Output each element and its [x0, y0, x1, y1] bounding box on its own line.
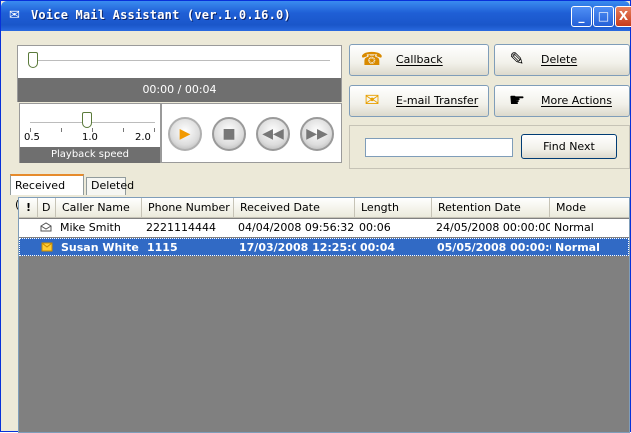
cell-length: 00:04 [360, 241, 396, 254]
email-transfer-label: E-mail Transfer [396, 94, 479, 107]
fast-forward-icon: ▶▶ [306, 126, 328, 142]
cell-received-date: 17/03/2008 12:25:08 [239, 241, 356, 254]
speed-max-label: 2.0 [135, 132, 151, 143]
stop-icon: ■ [222, 126, 236, 142]
more-actions-button[interactable]: ☛ More Actions [494, 85, 630, 117]
unread-envelope-icon [41, 242, 53, 252]
tab-received[interactable]: Received (1) [10, 174, 84, 211]
more-actions-label: More Actions [541, 94, 612, 107]
column-header-flag[interactable]: ! [19, 198, 38, 218]
column-header-caller-name[interactable]: Caller Name [56, 198, 142, 218]
title-bar[interactable]: ✉ Voice Mail Assistant (ver.1.0.16.0) _ … [1, 1, 631, 31]
email-transfer-button[interactable]: ✉ E-mail Transfer [349, 85, 489, 117]
maximize-button[interactable]: □ [593, 6, 614, 27]
speed-tick [61, 128, 62, 132]
table-row[interactable]: Mike Smith 2221114444 04/04/2008 09:56:3… [19, 219, 629, 237]
cell-caller-name: Susan White [61, 241, 139, 254]
table-row-selected[interactable]: Susan White 1115 17/03/2008 12:25:08 00:… [19, 238, 629, 256]
seek-slider-thumb[interactable] [28, 52, 38, 68]
app-window: ✉ Voice Mail Assistant (ver.1.0.16.0) _ … [0, 0, 631, 433]
window-title: Voice Mail Assistant (ver.1.0.16.0) [31, 8, 291, 22]
rewind-button[interactable]: ◀◀ [256, 117, 290, 151]
column-header-type[interactable]: D [38, 198, 56, 218]
more-actions-icon: ☛ [508, 90, 526, 111]
find-input[interactable] [365, 138, 513, 157]
delete-icon: ✎ [509, 49, 525, 70]
phone-callback-icon: ☎ [360, 49, 384, 70]
speed-min-label: 0.5 [24, 132, 40, 143]
cell-retention-date: 24/05/2008 00:00:00 [436, 221, 550, 234]
close-button[interactable]: X [615, 6, 631, 27]
list-header: ! D Caller Name Phone Number Received Da… [19, 198, 629, 218]
play-icon: ▶ [179, 126, 191, 142]
cell-phone-number: 2221114444 [146, 221, 216, 234]
opened-envelope-icon [40, 222, 52, 232]
speed-slider-track[interactable] [30, 122, 155, 124]
speed-slider-thumb[interactable] [82, 112, 92, 128]
cell-phone-number: 1115 [147, 241, 178, 254]
speed-tick [123, 128, 124, 132]
tab-deleted[interactable]: Deleted [86, 177, 134, 195]
speed-caption: Playback speed [20, 147, 160, 163]
message-list[interactable]: ! D Caller Name Phone Number Received Da… [18, 197, 630, 433]
column-header-length[interactable]: Length [355, 198, 432, 218]
cell-caller-name: Mike Smith [60, 221, 121, 234]
delete-button[interactable]: ✎ Delete [494, 44, 630, 76]
minimize-button[interactable]: _ [571, 6, 592, 27]
seek-slider-track[interactable] [36, 60, 330, 62]
cell-retention-date: 05/05/2008 00:00:00 [437, 241, 551, 254]
speed-tick [154, 128, 155, 132]
find-next-button[interactable]: Find Next [521, 134, 617, 159]
cell-received-date: 04/04/2008 09:56:32 [238, 221, 355, 234]
column-header-mode[interactable]: Mode [550, 198, 629, 218]
play-button[interactable]: ▶ [168, 117, 202, 151]
playback-speed-panel: 0.5 1.0 2.0 Playback speed [19, 103, 161, 163]
cell-length: 00:06 [359, 221, 391, 234]
callback-label: Callback [396, 53, 443, 66]
delete-label: Delete [541, 53, 578, 66]
speed-mid-label: 1.0 [82, 132, 98, 143]
app-icon: ✉ [9, 8, 20, 23]
fast-forward-button[interactable]: ▶▶ [300, 117, 334, 151]
rewind-icon: ◀◀ [262, 126, 284, 142]
callback-button[interactable]: ☎ Callback [349, 44, 489, 76]
transport-controls: ▶ ■ ◀◀ ▶▶ [161, 103, 342, 163]
cell-mode: Normal [555, 241, 600, 254]
stop-button[interactable]: ■ [212, 117, 246, 151]
column-header-phone-number[interactable]: Phone Number [142, 198, 234, 218]
column-header-received-date[interactable]: Received Date [234, 198, 355, 218]
cell-mode: Normal [554, 221, 594, 234]
playback-panel: 00:00 / 00:04 [17, 45, 342, 102]
envelope-icon: ✉ [364, 90, 380, 111]
column-header-retention-date[interactable]: Retention Date [432, 198, 550, 218]
time-display: 00:00 / 00:04 [18, 78, 341, 102]
